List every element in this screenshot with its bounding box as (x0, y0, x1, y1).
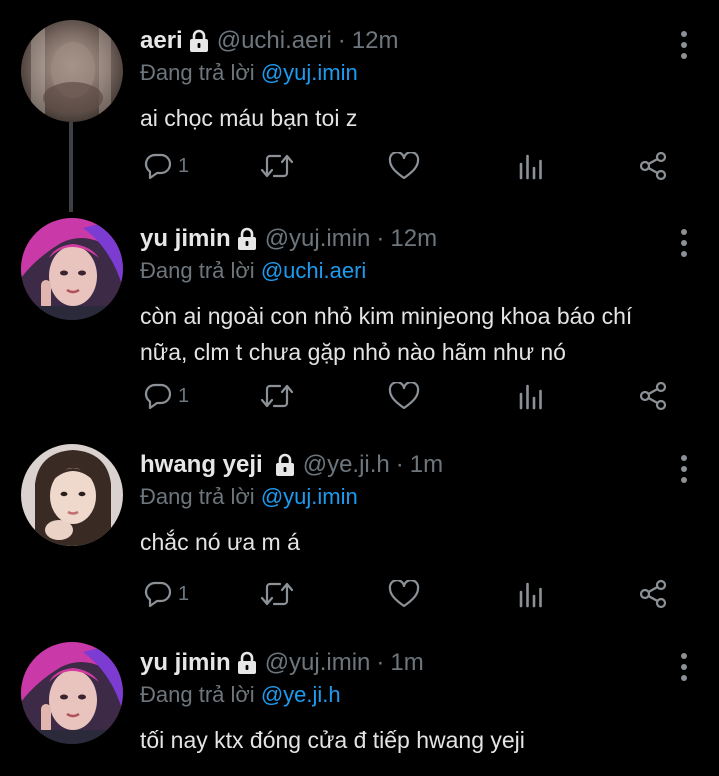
handle[interactable]: @uchi.aeri (217, 27, 332, 55)
reply-mention[interactable]: @yuj.imin (261, 60, 358, 85)
timestamp[interactable]: 12m (352, 27, 399, 55)
tweet[interactable]: hwang yeji @ye.ji.h · 1m Đang trả lời @y… (0, 444, 719, 630)
separator: · (395, 451, 404, 478)
handle[interactable]: @yuj.imin (265, 649, 371, 677)
lock-icon (189, 29, 209, 53)
reply-mention[interactable]: @yuj.imin (261, 484, 358, 509)
avatar[interactable] (21, 218, 123, 320)
reply-count: 1 (178, 154, 190, 177)
tweet[interactable]: aeri @uchi.aeri · 12m Đang trả lời @yuj.… (0, 20, 719, 210)
more-vertical-icon[interactable] (679, 454, 689, 484)
reply-button[interactable]: 1 (144, 574, 189, 614)
reply-prefix: Đang trả lời (140, 60, 255, 85)
retweet-icon (260, 582, 294, 606)
share-icon (639, 151, 667, 181)
more-vertical-icon[interactable] (679, 30, 689, 60)
reply-prefix: Đang trả lời (140, 682, 255, 707)
tweet-header: hwang yeji @ye.ji.h · 1m (140, 448, 443, 482)
reply-mention[interactable]: @ye.ji.h (261, 682, 341, 707)
lock-icon (275, 453, 295, 477)
reply-icon (144, 153, 172, 180)
lock-icon (237, 651, 257, 675)
retweet-button[interactable] (260, 574, 294, 614)
separator: · (376, 649, 385, 676)
reply-icon (144, 383, 172, 410)
avatar-pink-hair-photo (21, 218, 123, 320)
reply-button[interactable]: 1 (144, 146, 189, 186)
share-button[interactable] (638, 574, 668, 614)
tweet[interactable]: yu jimin @yuj.imin · 12m Đang trả lời @u… (0, 218, 719, 428)
avatar[interactable] (21, 642, 123, 744)
separator: · (376, 225, 385, 252)
reply-icon (144, 581, 172, 608)
separator: · (337, 27, 346, 54)
reply-context: Đang trả lời @yuj.imin (140, 60, 358, 86)
avatar[interactable] (21, 20, 123, 122)
like-button[interactable] (388, 574, 420, 614)
avatar[interactable] (21, 444, 123, 546)
avatar-dark-hair-photo (21, 444, 123, 546)
avatar-pink-hair-photo (21, 642, 123, 744)
retweet-icon (260, 384, 294, 408)
analytics-button[interactable] (518, 146, 546, 186)
retweet-button[interactable] (260, 376, 294, 416)
lock-icon (237, 227, 257, 251)
reply-count: 1 (178, 384, 190, 407)
analytics-icon (519, 582, 542, 608)
analytics-button[interactable] (518, 574, 546, 614)
tweet-text: còn ai ngoài con nhỏ kim minjeong khoa b… (140, 303, 633, 365)
reply-prefix: Đang trả lời (140, 484, 255, 509)
display-name[interactable]: yu jimin (140, 225, 231, 253)
retweet-button[interactable] (260, 146, 294, 186)
action-bar: 1 (140, 574, 685, 614)
handle[interactable]: @ye.ji.h (303, 451, 390, 479)
reply-count: 1 (178, 582, 190, 605)
like-button[interactable] (388, 146, 420, 186)
analytics-button[interactable] (518, 376, 546, 416)
display-name[interactable]: hwang yeji (140, 451, 263, 479)
reply-context: Đang trả lời @yuj.imin (140, 484, 358, 510)
display-name[interactable]: yu jimin (140, 649, 231, 677)
reply-prefix: Đang trả lời (140, 258, 255, 283)
retweet-icon (260, 154, 294, 178)
share-icon (639, 579, 667, 609)
avatar-blurred-photo (21, 20, 123, 122)
tweet-header: aeri @uchi.aeri · 12m (140, 24, 398, 58)
display-name[interactable]: aeri (140, 27, 183, 55)
tweet[interactable]: yu jimin @yuj.imin · 1m Đang trả lời @ye… (0, 642, 719, 776)
timestamp[interactable]: 12m (390, 225, 437, 253)
share-button[interactable] (638, 376, 668, 416)
action-bar: 1 (140, 146, 685, 186)
reply-context: Đang trả lời @ye.ji.h (140, 682, 341, 708)
tweet-text: ai chọc máu bạn toi z (140, 105, 358, 131)
analytics-icon (519, 384, 542, 410)
timestamp[interactable]: 1m (390, 649, 423, 677)
more-vertical-icon[interactable] (679, 652, 689, 682)
like-button[interactable] (388, 376, 420, 416)
reply-context: Đang trả lời @uchi.aeri (140, 258, 366, 284)
more-vertical-icon[interactable] (679, 228, 689, 258)
handle[interactable]: @yuj.imin (265, 225, 371, 253)
share-button[interactable] (638, 146, 668, 186)
heart-icon (388, 382, 420, 410)
analytics-icon (519, 154, 542, 180)
heart-icon (388, 580, 420, 608)
reply-button[interactable]: 1 (144, 376, 189, 416)
share-icon (639, 381, 667, 411)
tweet-text: chắc nó ưa m á (140, 529, 300, 555)
heart-icon (388, 152, 420, 180)
action-bar: 1 (140, 376, 685, 416)
reply-mention[interactable]: @uchi.aeri (261, 258, 367, 283)
timestamp[interactable]: 1m (410, 451, 443, 479)
tweet-text: tối nay ktx đóng cửa đ tiếp hwang yeji (140, 727, 525, 753)
tweet-header: yu jimin @yuj.imin · 1m (140, 646, 424, 680)
tweet-header: yu jimin @yuj.imin · 12m (140, 222, 437, 256)
